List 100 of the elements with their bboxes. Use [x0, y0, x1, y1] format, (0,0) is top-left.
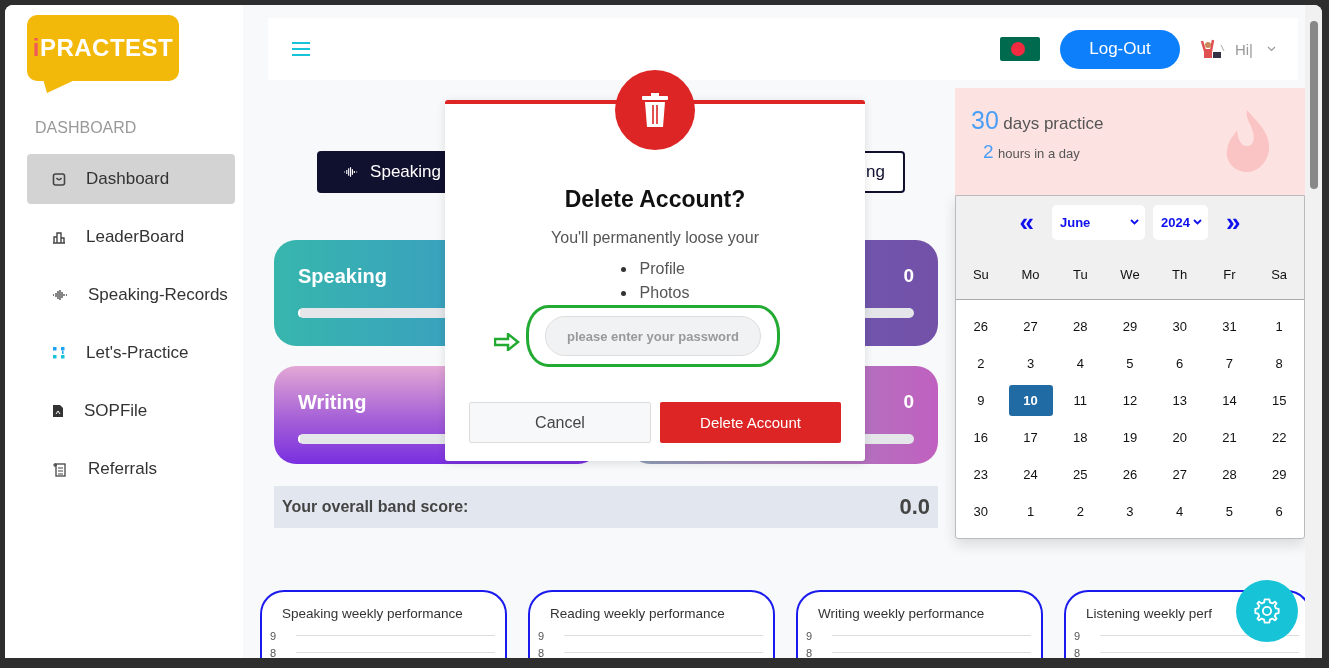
calendar-day[interactable]: 16 — [958, 422, 1003, 453]
calendar-day[interactable]: 2 — [1058, 496, 1103, 527]
year-select[interactable]: 2024 — [1153, 204, 1208, 240]
calendar-day[interactable]: 24 — [1008, 459, 1053, 490]
axis-tick-label: 9 — [538, 629, 546, 642]
sidebar-item[interactable]: Let's-Practice — [27, 328, 235, 378]
calendar-day[interactable]: 5 — [1207, 496, 1252, 527]
axis-tick-label: 9 — [270, 629, 278, 642]
weekday-label: Th — [1171, 267, 1189, 282]
weekday-label: Fr — [1222, 267, 1237, 282]
sidebar-item[interactable]: Speaking-Records — [27, 270, 235, 320]
calendar-day[interactable]: 31 — [1207, 311, 1252, 342]
sidebar-item[interactable]: SOPFile — [27, 386, 235, 436]
calendar-day[interactable]: 18 — [1058, 422, 1103, 453]
calendar-day[interactable]: 5 — [1108, 348, 1152, 379]
list-item: Photos — [639, 284, 690, 302]
previous-month-button[interactable]: « — [1009, 206, 1044, 238]
axis-tick-label: 8 — [538, 646, 546, 658]
calendar-day[interactable]: 1 — [1257, 311, 1302, 342]
settings-icon — [1253, 597, 1281, 625]
dialog-title: Delete Account? — [563, 186, 747, 213]
calendar-day[interactable]: 9 — [958, 385, 1003, 416]
bullet-icon — [620, 266, 626, 272]
bar-chart-icon — [52, 230, 66, 244]
calendar-day[interactable]: 20 — [1157, 422, 1202, 453]
trash-icon — [642, 93, 668, 127]
calendar-day[interactable]: 14 — [1207, 385, 1252, 416]
greeting-text: Hi| — [1234, 40, 1253, 58]
calendar-day[interactable]: 26 — [958, 311, 1003, 342]
clipboard-icon — [52, 461, 68, 477]
calendar-day[interactable]: 19 — [1108, 422, 1152, 453]
sound-wave-icon — [343, 166, 359, 178]
axis-tick-label: 9 — [1074, 629, 1082, 642]
logout-button[interactable]: Log-Out — [1059, 29, 1180, 69]
sidebar-item[interactable]: Referrals — [27, 444, 235, 494]
arrow-icon — [494, 333, 520, 351]
password-field[interactable]: please enter your password — [545, 316, 761, 356]
calendar-day[interactable]: 27 — [1157, 459, 1202, 490]
sidebar-item[interactable]: Dashboard — [27, 154, 235, 204]
chart-title: Speaking weekly performance — [282, 606, 463, 621]
calendar-day[interactable]: 15 — [1257, 385, 1302, 416]
calendar-day[interactable]: 13 — [1157, 385, 1202, 416]
scrollbar[interactable] — [1305, 5, 1322, 658]
chart-title: Writing weekly performance — [818, 606, 985, 621]
calendar-day[interactable]: 12 — [1108, 385, 1152, 416]
card-score: 0 — [903, 391, 914, 413]
weekday-label: We — [1119, 267, 1141, 282]
chevron-down-icon — [1130, 219, 1139, 225]
hours-label: hours in a day — [998, 146, 1080, 161]
calendar-day[interactable]: 26 — [1108, 459, 1152, 490]
file-icon — [52, 404, 64, 418]
month-select[interactable]: June — [1052, 204, 1145, 240]
calendar-day[interactable]: 4 — [1157, 496, 1202, 527]
calendar-day[interactable]: 28 — [1207, 459, 1252, 490]
delete-account-button[interactable]: Delete Account — [660, 402, 841, 443]
calendar-day[interactable]: 29 — [1257, 459, 1302, 490]
chart-title: Reading weekly performance — [550, 606, 725, 621]
calendar-day[interactable]: 29 — [1108, 311, 1152, 342]
sidebar-item[interactable]: LeaderBoard — [27, 212, 235, 262]
chevron-down-icon[interactable] — [1267, 46, 1276, 52]
weekday-label: Mo — [1020, 267, 1041, 282]
chevron-down-icon — [1193, 219, 1202, 225]
card-title: Writing — [298, 390, 367, 414]
calendar-day[interactable]: 23 — [958, 459, 1003, 490]
calendar-day[interactable]: 27 — [1008, 311, 1053, 342]
calendar-day[interactable]: 3 — [1008, 348, 1053, 379]
avatar-illustration[interactable] — [1198, 37, 1225, 61]
calendar-day[interactable]: 28 — [1058, 311, 1103, 342]
calendar-day[interactable]: 25 — [1058, 459, 1103, 490]
hours-count: 2 — [983, 141, 994, 162]
calendar-day[interactable]: 8 — [1257, 348, 1302, 379]
next-month-button[interactable]: » — [1216, 206, 1251, 238]
cancel-button[interactable]: Cancel — [469, 402, 651, 443]
calendar-day[interactable]: 6 — [1157, 348, 1202, 379]
sound-wave-icon — [52, 288, 68, 302]
calendar-day[interactable]: 2 — [958, 348, 1003, 379]
days-label: days practice — [1003, 114, 1104, 133]
calendar-day[interactable]: 21 — [1207, 422, 1252, 453]
calendar-day[interactable]: 10 — [1008, 385, 1053, 416]
calendar-day[interactable]: 11 — [1058, 385, 1103, 416]
band-score-label: Your overall band score: — [282, 498, 469, 516]
calendar-day[interactable]: 1 — [1008, 496, 1053, 527]
menu-icon[interactable] — [292, 42, 310, 56]
flame-icon — [1225, 110, 1271, 172]
calendar-day[interactable]: 4 — [1058, 348, 1103, 379]
calendar-day[interactable]: 6 — [1257, 496, 1302, 527]
flag-icon[interactable] — [999, 37, 1040, 61]
calendar-day[interactable]: 7 — [1207, 348, 1252, 379]
weekday-label: Sa — [1270, 267, 1289, 282]
bag-icon — [52, 172, 66, 186]
calendar-day[interactable]: 30 — [958, 496, 1003, 527]
dots-icon — [52, 346, 66, 360]
calendar-day[interactable]: 3 — [1108, 496, 1152, 527]
calendar-day[interactable]: 17 — [1008, 422, 1053, 453]
calendar-day[interactable]: 30 — [1157, 311, 1202, 342]
bullet-icon — [620, 290, 626, 296]
band-score-value: 0.0 — [899, 494, 930, 520]
section-label: DASHBOARD — [35, 119, 138, 137]
calendar-day[interactable]: 22 — [1257, 422, 1302, 453]
weekday-label: Tu — [1071, 267, 1089, 282]
